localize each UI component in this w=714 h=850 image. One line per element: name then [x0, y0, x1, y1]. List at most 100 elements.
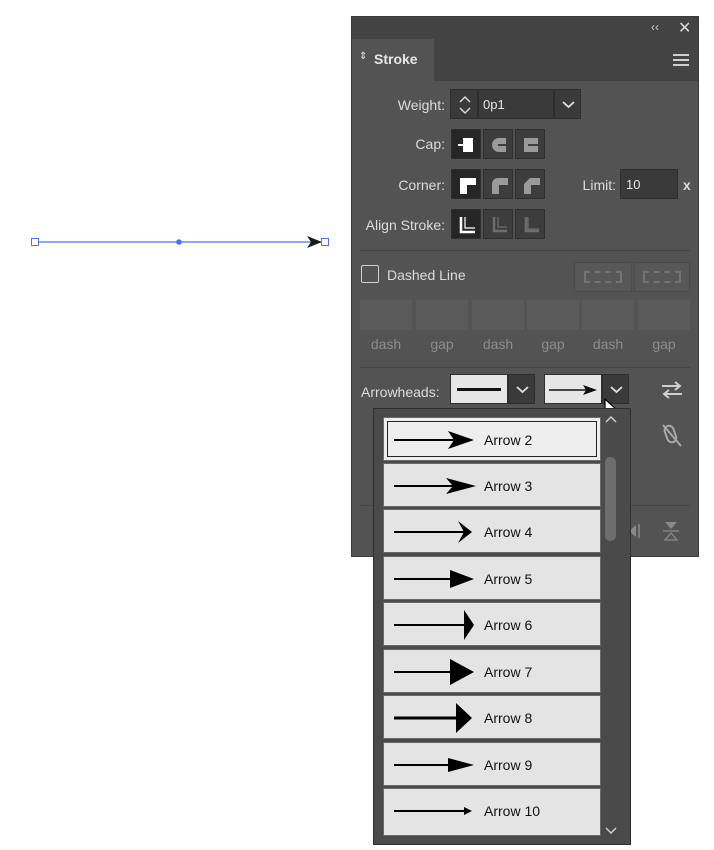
arrow-4-preview	[394, 521, 472, 543]
chevron-down-icon	[562, 101, 575, 109]
collapse-icon[interactable]: ‹‹	[651, 20, 659, 34]
scroll-up-icon[interactable]	[605, 415, 617, 423]
flip-vertical-icon[interactable]	[663, 521, 679, 541]
align-inside-icon	[492, 217, 507, 233]
weight-value: 0p1	[483, 97, 505, 112]
weight-input[interactable]: 0p1	[478, 89, 554, 119]
align-inside-button[interactable]	[483, 209, 513, 239]
align-outside-button[interactable]	[515, 209, 545, 239]
arrow-5-preview	[394, 570, 474, 588]
list-item-arrow-3[interactable]: Arrow 3	[383, 463, 601, 507]
list-item-arrow-2[interactable]: Arrow 2	[383, 417, 601, 461]
arrow-preview-icon	[549, 385, 597, 395]
cap-label: Cap:	[415, 136, 445, 152]
dropdown-scrollbar[interactable]	[602, 413, 620, 839]
list-item-arrow-10[interactable]: Arrow 10	[383, 788, 601, 836]
swap-arrows-icon[interactable]	[661, 381, 683, 399]
arrow-9-preview	[394, 758, 474, 772]
unlink-icon[interactable]	[660, 422, 684, 448]
list-item-label: Arrow 5	[484, 571, 533, 587]
dash-align-button[interactable]	[634, 262, 690, 292]
arrowheads-label: Arrowheads:	[361, 384, 440, 400]
panel-tabbar: ⇕ Stroke	[352, 39, 698, 81]
align-outside-icon	[524, 217, 539, 233]
dash-preserve-button[interactable]	[574, 262, 632, 292]
list-item-label: Arrow 9	[484, 757, 533, 773]
list-item-arrow-8[interactable]: Arrow 8	[383, 695, 601, 739]
tab-stroke[interactable]: ⇕ Stroke	[352, 39, 434, 81]
no-arrowhead-preview	[457, 388, 501, 391]
start-arrowhead-dropdown-button[interactable]	[508, 374, 535, 404]
scroll-down-icon[interactable]	[605, 827, 617, 835]
dash-field-3[interactable]	[582, 300, 634, 330]
list-item-arrow-9[interactable]: Arrow 9	[383, 742, 601, 786]
corner-round-button[interactable]	[483, 169, 513, 199]
arrowhead-dropdown-list: Arrow 2 Arrow 3 Arrow 4 Arrow 5 Arrow 6 …	[373, 408, 631, 845]
gap-field-3[interactable]	[638, 300, 690, 330]
align-center-button[interactable]	[451, 209, 481, 239]
start-arrowhead-select[interactable]	[450, 374, 508, 404]
list-item-arrow-4[interactable]: Arrow 4	[383, 509, 601, 553]
list-item-label: Arrow 10	[484, 803, 541, 819]
limit-input[interactable]: 10	[620, 169, 678, 199]
dash-label-3: dash	[592, 336, 624, 352]
separator	[360, 367, 690, 368]
gap-label-1: gap	[430, 336, 454, 352]
arrow-2-preview	[394, 431, 474, 449]
corner-label: Corner:	[398, 177, 445, 193]
separator	[360, 250, 690, 251]
limit-label: Limit:	[582, 177, 616, 193]
stepper-arrows-icon	[459, 95, 471, 115]
dash-field-2[interactable]	[472, 300, 524, 330]
weight-stepper[interactable]	[450, 89, 478, 119]
end-arrowhead-select[interactable]	[544, 374, 602, 404]
list-item-arrow-6[interactable]: Arrow 6	[383, 602, 601, 646]
list-item-arrow-5[interactable]: Arrow 5	[383, 556, 601, 600]
cap-butt-button[interactable]	[451, 129, 481, 159]
anchor-end	[321, 238, 329, 246]
list-item-arrow-7[interactable]: Arrow 7	[383, 649, 601, 693]
cap-projecting-button[interactable]	[515, 129, 545, 159]
weight-dropdown-button[interactable]	[554, 89, 581, 119]
gap-field-1[interactable]	[416, 300, 468, 330]
corner-bevel-button[interactable]	[515, 169, 545, 199]
list-item-label: Arrow 3	[484, 478, 533, 494]
bevel-join-icon	[524, 178, 540, 194]
weight-label: Weight:	[397, 97, 445, 113]
arrow-7-preview	[394, 659, 474, 685]
corner-miter-button[interactable]	[451, 169, 481, 199]
list-item-label: Arrow 7	[484, 664, 533, 680]
align-stroke-label: Align Stroke:	[365, 217, 445, 233]
list-item-label: Arrow 6	[484, 617, 533, 633]
canvas-path[interactable]	[0, 0, 340, 260]
tab-stroke-label: Stroke	[374, 51, 418, 67]
list-item-label: Arrow 8	[484, 710, 533, 726]
dash-field-1[interactable]	[360, 300, 412, 330]
limit-value: 10	[626, 177, 641, 192]
miter-join-icon	[460, 178, 476, 194]
dashed-line-checkbox[interactable]	[361, 265, 379, 283]
hamburger-menu-icon[interactable]	[673, 54, 689, 66]
gap-field-2[interactable]	[527, 300, 579, 330]
anchor-center	[176, 239, 182, 245]
arrow-8-preview	[394, 703, 472, 733]
arrow-6-preview	[394, 610, 474, 640]
list-item-label: Arrow 2	[484, 432, 533, 448]
arrow-10-preview	[394, 807, 472, 815]
list-item-label: Arrow 4	[484, 524, 533, 540]
dash-label-2: dash	[482, 336, 514, 352]
dash-label-1: dash	[370, 336, 402, 352]
round-join-icon	[492, 178, 508, 194]
scrollbar-thumb[interactable]	[605, 457, 616, 541]
butt-cap-icon	[458, 138, 473, 152]
arrow-3-preview	[394, 478, 476, 494]
chevron-down-icon	[516, 386, 529, 394]
cap-round-button[interactable]	[483, 129, 513, 159]
limit-suffix: x	[683, 177, 691, 193]
projecting-cap-icon	[524, 138, 538, 152]
chevron-down-icon	[610, 386, 623, 394]
gap-label-2: gap	[541, 336, 565, 352]
close-icon[interactable]: ✕	[678, 18, 691, 38]
align-center-icon	[459, 217, 475, 234]
anchor-start	[31, 238, 39, 246]
